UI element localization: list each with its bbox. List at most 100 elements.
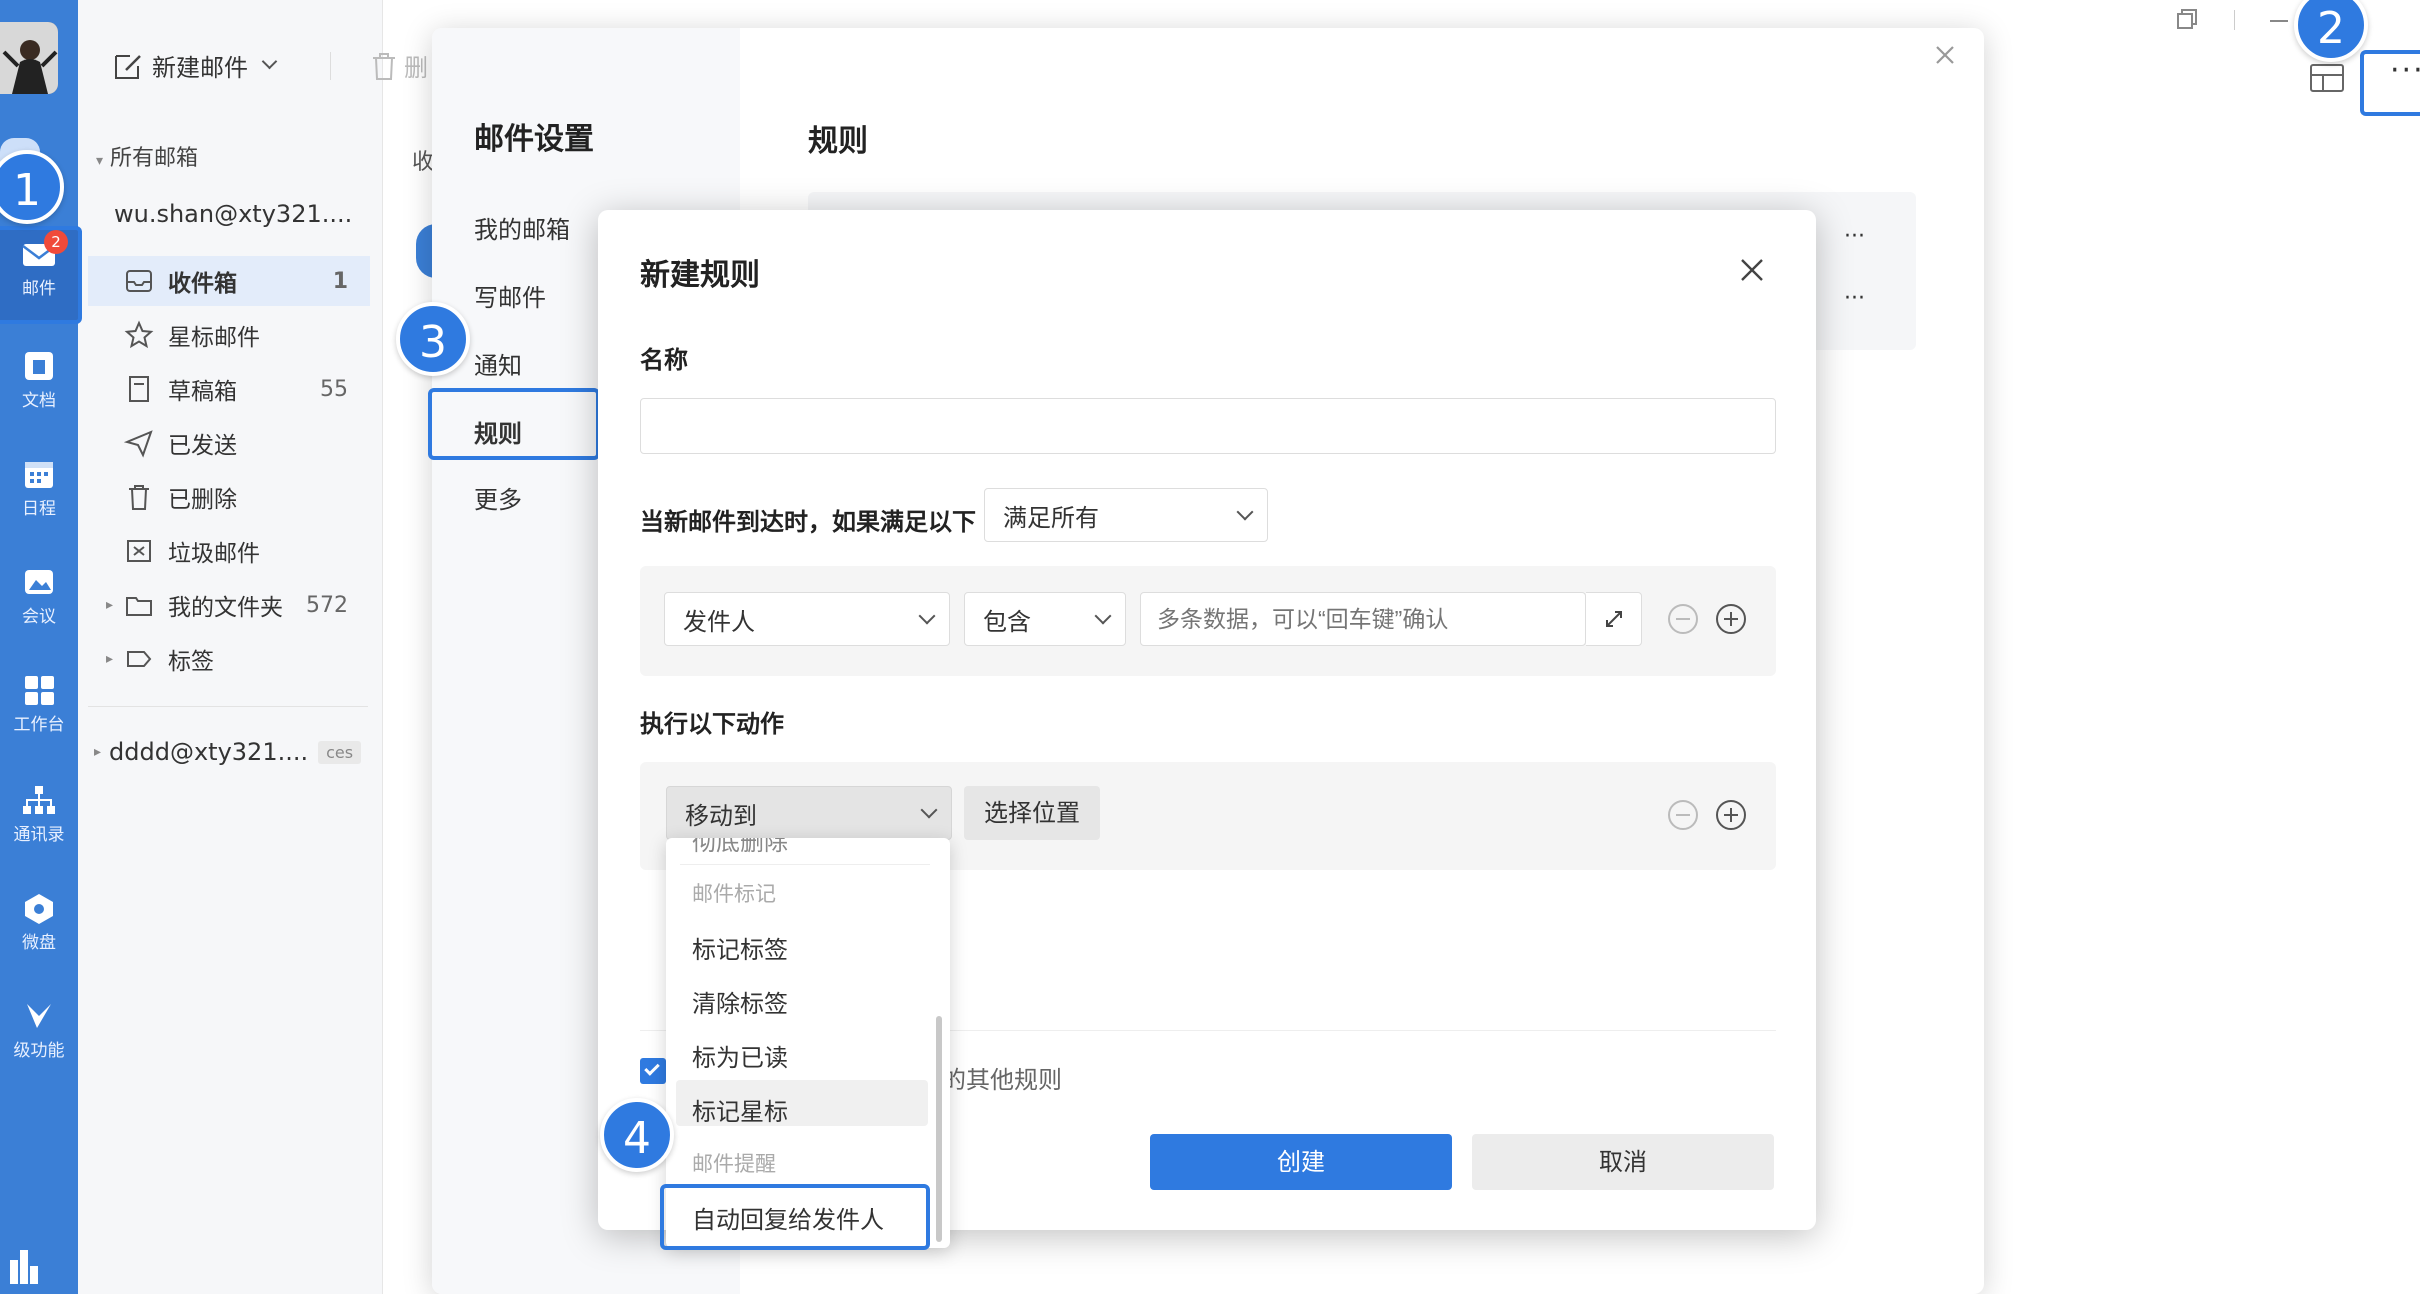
chevron-down-icon [1094,607,1112,625]
dropdown-divider [680,864,930,865]
cancel-button[interactable]: 取消 [1472,1134,1774,1190]
rail-label-meeting: 会议 [22,607,56,627]
action-label: 执行以下动作 [640,710,784,738]
rule-name-input[interactable] [640,398,1776,454]
chevron-down-icon[interactable] [261,53,278,70]
add-action-button[interactable] [1716,800,1746,830]
layout-toggle-icon[interactable] [2310,64,2344,92]
folder-my-folders[interactable]: ▸ 我的文件夹 572 [88,580,370,630]
folder-label: 标签 [168,649,214,675]
folder-drafts[interactable]: 草稿箱 55 [88,364,370,414]
rail-item-meeting[interactable]: 会议 [0,554,78,654]
dialog-title: 新建规则 [640,258,760,293]
new-mail-label: 新建邮件 [152,54,248,82]
rail-label-drive: 微盘 [22,933,56,953]
folder-starred[interactable]: 星标邮件 [88,310,370,360]
rail-item-drive[interactable]: 微盘 [0,880,78,980]
nav-my-mailbox[interactable]: 我的邮箱 [474,210,570,245]
expand-icon [1606,611,1622,627]
chevron-down-icon [1236,503,1254,521]
condition-operator-select[interactable]: 包含 [964,592,1126,646]
nav-notifications[interactable]: 通知 [474,346,522,381]
delete-button[interactable]: 删 [370,48,428,83]
remove-action-button[interactable] [1668,800,1698,830]
folder-label: 垃圾邮件 [168,541,260,567]
rail-item-calendar[interactable]: 日程 [0,446,78,546]
settings-title: 邮件设置 [474,122,594,157]
folder-spam[interactable]: 垃圾邮件 [88,526,370,576]
rail-item-workbench[interactable]: 工作台 [0,662,78,762]
expand-caret-icon[interactable]: ▸ [106,651,113,667]
folder-count: 55 [320,376,348,402]
expand-caret-icon[interactable]: ▸ [106,597,113,613]
nav-compose[interactable]: 写邮件 [474,278,546,313]
mail-list-header: 收 [412,150,435,175]
condition-mode-value: 满足所有 [1003,503,1099,532]
condition-operator-value: 包含 [983,607,1031,636]
dropdown-item-star[interactable]: 标记星标 [692,1092,788,1127]
close-settings-icon[interactable] [1934,44,1956,66]
condition-mode-select[interactable]: 满足所有 [984,488,1268,542]
folder-label: 收件箱 [168,271,237,297]
expand-input-button[interactable] [1586,592,1642,646]
all-mailboxes-header[interactable]: ▾ 所有邮箱 [96,140,198,172]
compose-icon [115,54,141,79]
user-avatar[interactable] [0,22,58,94]
org-chart-icon [23,786,55,814]
minimize-icon[interactable] [2270,20,2288,22]
check-icon [644,1060,660,1076]
delete-label: 删 [404,54,428,82]
close-icon[interactable] [1738,256,1766,284]
rule-more-button[interactable]: ··· [1844,224,1865,249]
docs-icon [25,352,53,380]
add-condition-button[interactable] [1716,604,1746,634]
rail-label-contacts: 通讯录 [13,825,65,845]
folder-sent[interactable]: 已发送 [88,418,370,468]
condition-panel: 发件人 包含 [640,566,1776,676]
create-button[interactable]: 创建 [1150,1134,1452,1190]
stats-icon [10,1250,38,1284]
folder-label: 星标邮件 [168,325,260,351]
dropdown-item-tag[interactable]: 标记标签 [692,930,788,965]
send-icon [124,430,153,458]
folder-label: 我的文件夹 [168,595,283,621]
advanced-icon [27,1004,51,1028]
star-icon [124,320,154,349]
folder-tags[interactable]: ▸ 标签 [88,634,370,684]
toolbar-separator [330,52,331,80]
all-mailboxes-label: 所有邮箱 [110,146,199,171]
rail-label-docs: 文档 [22,391,56,411]
remove-condition-button[interactable] [1668,604,1698,634]
meeting-icon [25,570,53,594]
rail-item-contacts[interactable]: 通讯录 [0,772,78,872]
dropdown-item-partial[interactable]: 彻底删除 [692,838,788,857]
spam-icon [127,540,151,562]
condition-value-input[interactable] [1140,592,1586,646]
inbox-icon [126,270,152,292]
dropdown-item-mark-read[interactable]: 标为已读 [692,1038,788,1073]
rail-item-docs[interactable]: 文档 [0,338,78,438]
choose-location-button[interactable]: 选择位置 [964,786,1100,840]
step-callout-4: 4 [600,1098,674,1172]
action-type-select[interactable]: 移动到 [666,786,952,840]
dropdown-scrollbar[interactable] [936,1016,942,1242]
new-mail-button[interactable]: 新建邮件 [112,48,278,83]
dropdown-group-remind: 邮件提醒 [692,1152,776,1176]
account-email[interactable]: wu.shan@xty321.... [114,200,352,228]
expand-caret-icon: ▸ [94,744,102,760]
drive-icon [25,894,53,924]
restore-window-icon[interactable] [2176,8,2198,30]
account2-row[interactable]: ▸ dddd@xty321.... ces [94,738,362,766]
folder-inbox[interactable]: 收件箱 1 [88,256,370,306]
stop-other-rules-checkbox[interactable] [640,1058,666,1084]
rail-label-calendar: 日程 [22,499,56,519]
rule-more-button[interactable]: ··· [1844,286,1865,311]
folder-pane: ▾ 所有邮箱 wu.shan@xty321.... 收件箱 1 星标邮件 草稿箱… [78,0,383,1294]
account2-tag: ces [318,740,362,764]
rail-item-advanced[interactable]: 级功能 [0,988,78,1088]
avatar-image-icon [0,22,58,94]
condition-field-select[interactable]: 发件人 [664,592,950,646]
dropdown-item-clear-tag[interactable]: 清除标签 [692,984,788,1019]
folder-deleted[interactable]: 已删除 [88,472,370,522]
nav-more[interactable]: 更多 [474,480,522,515]
